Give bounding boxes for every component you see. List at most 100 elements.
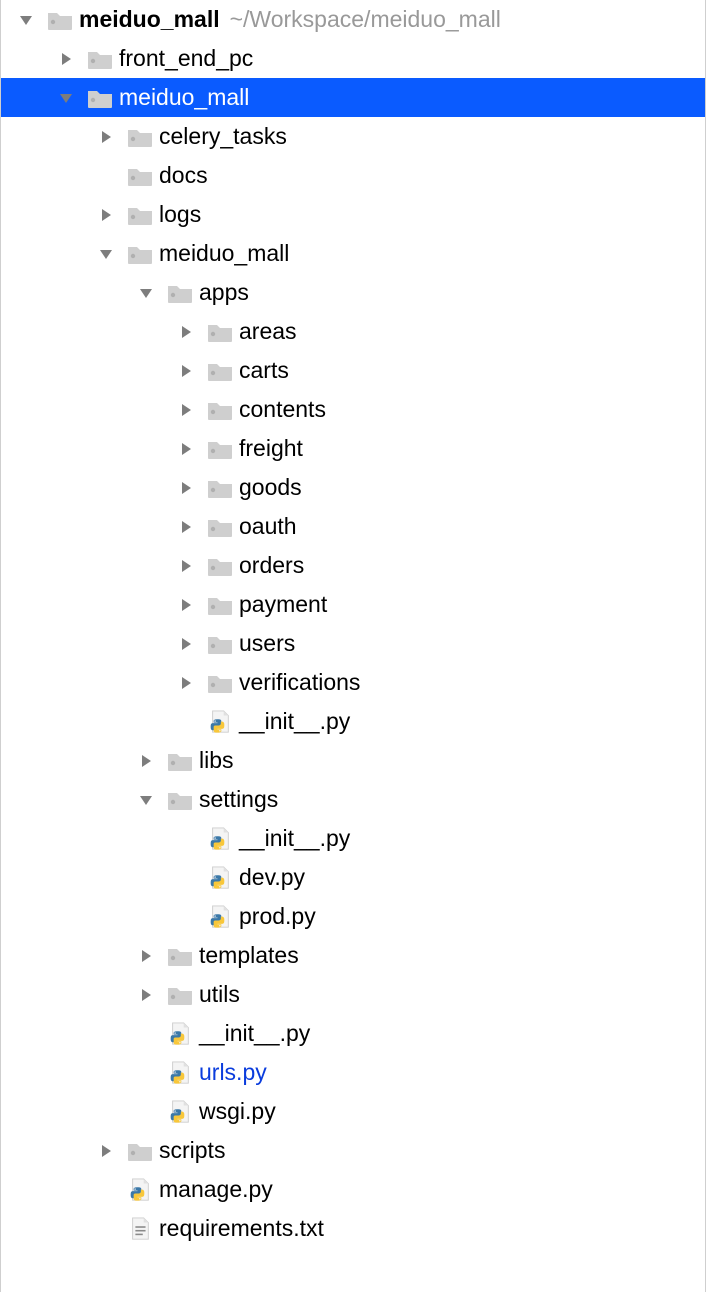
tree-item-label: __init__.py <box>239 708 350 735</box>
tree-item-label: scripts <box>159 1137 225 1164</box>
python-file-icon <box>207 711 233 733</box>
expand-arrow-right-icon[interactable] <box>179 364 193 378</box>
python-file-icon <box>207 867 233 889</box>
tree-item[interactable]: urls.py <box>1 1053 705 1092</box>
expand-arrow-down-icon[interactable] <box>139 793 153 807</box>
expand-arrow-down-icon[interactable] <box>99 247 113 261</box>
tree-item[interactable]: carts <box>1 351 705 390</box>
tree-item[interactable]: libs <box>1 741 705 780</box>
tree-item[interactable]: meiduo_mall <box>1 234 705 273</box>
tree-item[interactable]: utils <box>1 975 705 1014</box>
expand-arrow-right-icon[interactable] <box>179 481 193 495</box>
folder-icon <box>207 321 233 343</box>
folder-icon <box>207 516 233 538</box>
expand-arrow-right-icon[interactable] <box>179 403 193 417</box>
tree-item-label: payment <box>239 591 327 618</box>
folder-icon <box>207 555 233 577</box>
tree-item-label: users <box>239 630 295 657</box>
expand-arrow-down-icon[interactable] <box>139 286 153 300</box>
tree-item-label: orders <box>239 552 304 579</box>
tree-item[interactable]: meiduo_mall ~/Workspace/meiduo_mall <box>1 0 705 39</box>
tree-item[interactable]: settings <box>1 780 705 819</box>
tree-item[interactable]: dev.py <box>1 858 705 897</box>
tree-item-label: apps <box>199 279 249 306</box>
tree-item[interactable]: areas <box>1 312 705 351</box>
expand-arrow-right-icon[interactable] <box>179 520 193 534</box>
folder-icon <box>207 672 233 694</box>
expand-arrow-down-icon[interactable] <box>59 91 73 105</box>
folder-icon <box>207 399 233 421</box>
python-file-icon <box>167 1101 193 1123</box>
expand-arrow-right-icon[interactable] <box>179 442 193 456</box>
tree-item-label: celery_tasks <box>159 123 287 150</box>
template-folder-icon <box>167 945 193 967</box>
expand-arrow-right-icon[interactable] <box>59 52 73 66</box>
expand-arrow-down-icon[interactable] <box>19 13 33 27</box>
tree-root: meiduo_mall ~/Workspace/meiduo_mall front_… <box>1 0 705 1248</box>
tree-item-label: prod.py <box>239 903 316 930</box>
tree-item[interactable]: logs <box>1 195 705 234</box>
tree-item[interactable]: celery_tasks <box>1 117 705 156</box>
tree-item-label: __init__.py <box>239 825 350 852</box>
tree-item-label: templates <box>199 942 299 969</box>
folder-icon <box>207 594 233 616</box>
tree-item-label: contents <box>239 396 326 423</box>
folder-icon <box>127 204 153 226</box>
tree-item[interactable]: verifications <box>1 663 705 702</box>
tree-item[interactable]: __init__.py <box>1 1014 705 1053</box>
tree-item-label: wsgi.py <box>199 1098 276 1125</box>
tree-item[interactable]: payment <box>1 585 705 624</box>
folder-icon <box>87 48 113 70</box>
tree-item-label: verifications <box>239 669 360 696</box>
expand-arrow-right-icon[interactable] <box>179 637 193 651</box>
python-file-icon <box>167 1023 193 1045</box>
python-file-icon <box>167 1062 193 1084</box>
tree-item[interactable]: requirements.txt <box>1 1209 705 1248</box>
python-file-icon <box>127 1179 153 1201</box>
tree-item-label: urls.py <box>199 1059 267 1086</box>
python-file-icon <box>207 828 233 850</box>
text-file-icon <box>127 1218 153 1240</box>
tree-item[interactable]: docs <box>1 156 705 195</box>
tree-item[interactable]: front_end_pc <box>1 39 705 78</box>
expand-arrow-right-icon[interactable] <box>179 559 193 573</box>
tree-item-label: meiduo_mall <box>79 6 220 33</box>
expand-arrow-right-icon[interactable] <box>99 208 113 222</box>
tree-item[interactable]: manage.py <box>1 1170 705 1209</box>
tree-item-label: areas <box>239 318 297 345</box>
expand-arrow-right-icon[interactable] <box>139 988 153 1002</box>
folder-open-icon <box>87 87 113 109</box>
expand-arrow-right-icon[interactable] <box>139 949 153 963</box>
expand-arrow-right-icon[interactable] <box>99 1144 113 1158</box>
tree-item-label: meiduo_mall <box>119 84 249 111</box>
expand-arrow-right-icon[interactable] <box>139 754 153 768</box>
tree-item[interactable]: wsgi.py <box>1 1092 705 1131</box>
tree-item[interactable]: users <box>1 624 705 663</box>
tree-item[interactable]: __init__.py <box>1 702 705 741</box>
folder-open-icon <box>167 282 193 304</box>
tree-item-path: ~/Workspace/meiduo_mall <box>230 6 501 33</box>
tree-item-label: oauth <box>239 513 297 540</box>
tree-item-label: utils <box>199 981 240 1008</box>
python-file-icon <box>207 906 233 928</box>
tree-item-label: docs <box>159 162 208 189</box>
expand-arrow-right-icon[interactable] <box>179 598 193 612</box>
tree-item[interactable]: __init__.py <box>1 819 705 858</box>
tree-item[interactable]: freight <box>1 429 705 468</box>
tree-item[interactable]: prod.py <box>1 897 705 936</box>
tree-item[interactable]: meiduo_mall <box>1 78 705 117</box>
folder-icon <box>127 1140 153 1162</box>
expand-arrow-right-icon[interactable] <box>179 676 193 690</box>
expand-arrow-right-icon[interactable] <box>179 325 193 339</box>
tree-item[interactable]: orders <box>1 546 705 585</box>
tree-item[interactable]: apps <box>1 273 705 312</box>
tree-item[interactable]: scripts <box>1 1131 705 1170</box>
tree-item-label: manage.py <box>159 1176 273 1203</box>
tree-item[interactable]: contents <box>1 390 705 429</box>
tree-item[interactable]: goods <box>1 468 705 507</box>
expand-arrow-right-icon[interactable] <box>99 130 113 144</box>
tree-item[interactable]: oauth <box>1 507 705 546</box>
tree-item[interactable]: templates <box>1 936 705 975</box>
tree-item-label: __init__.py <box>199 1020 310 1047</box>
tree-item-label: requirements.txt <box>159 1215 324 1242</box>
